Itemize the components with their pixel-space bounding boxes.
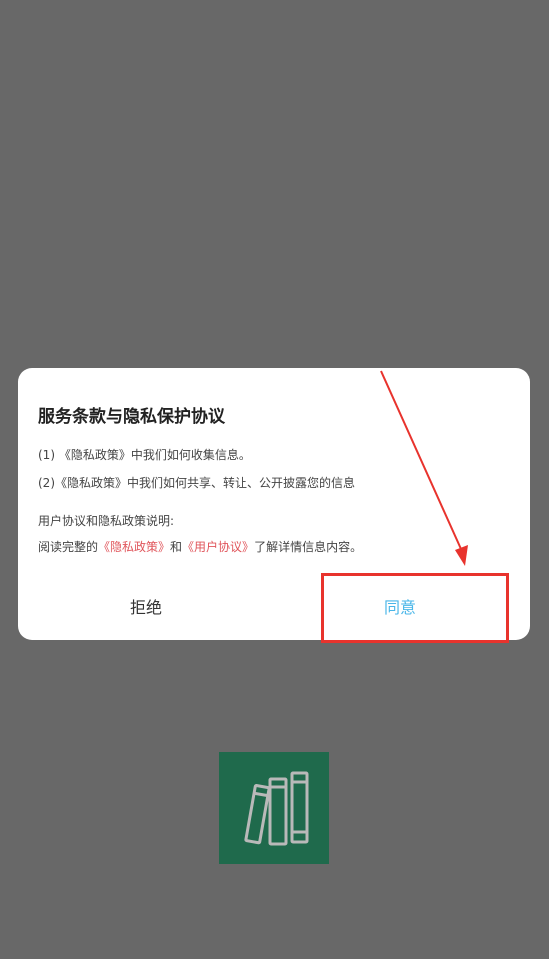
privacy-policy-link[interactable]: 《隐私政策》 (98, 540, 170, 554)
privacy-dialog: 服务条款与隐私保护协议 (1) 《隐私政策》中我们如何收集信息。 (2)《隐私政… (18, 368, 530, 640)
reject-button[interactable]: 拒绝 (130, 594, 162, 618)
books-logo-icon (219, 752, 329, 864)
policy-read-prefix: 阅读完整的 (38, 540, 99, 554)
policy-read-and: 和 (170, 540, 183, 554)
policy-line-collect: (1) 《隐私政策》中我们如何收集信息。 (38, 448, 251, 462)
policy-explanation-heading: 用户协议和隐私政策说明: (38, 514, 175, 528)
agree-button[interactable]: 同意 (384, 594, 416, 618)
policy-read-line: 阅读完整的《隐私政策》和《用户协议》了解详情信息内容。 (38, 538, 362, 555)
dialog-title: 服务条款与隐私保护协议 (38, 407, 225, 427)
policy-read-suffix: 了解详情信息内容。 (254, 540, 363, 554)
user-agreement-link[interactable]: 《用户协议》 (182, 540, 254, 554)
policy-line-share: (2)《隐私政策》中我们如何共享、转让、公开披露您的信息 (38, 476, 356, 490)
